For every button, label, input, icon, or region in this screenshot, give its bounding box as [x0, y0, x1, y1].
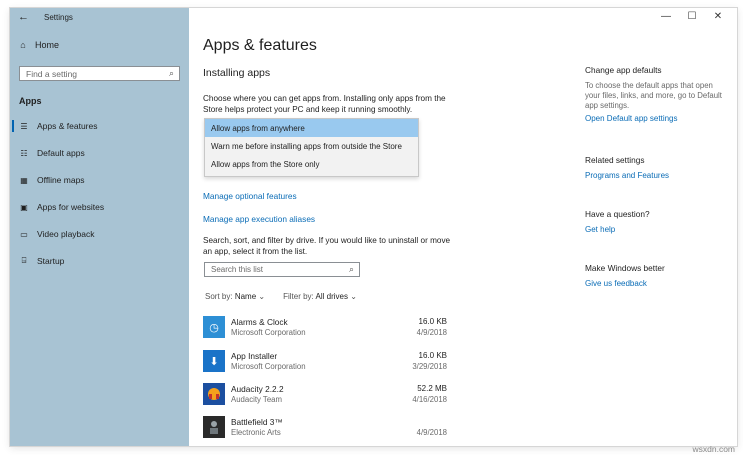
page-title: Apps & features [203, 37, 317, 54]
sidebar-item-offline-maps[interactable]: ▦ Offline maps [10, 170, 189, 190]
sidebar-item-apps-features[interactable]: ☰ Apps & features [10, 116, 189, 136]
home-icon: ⌂ [20, 40, 26, 50]
defaults-heading: Change app defaults [585, 65, 662, 75]
search-sort-description: Search, sort, and filter by drive. If yo… [203, 236, 451, 256]
dropdown-option-store-only[interactable]: Allow apps from the Store only [205, 155, 418, 173]
app-name: App Installer [231, 351, 278, 361]
app-name: Alarms & Clock [231, 317, 288, 327]
install-source-dropdown[interactable]: Allow apps from anywhere Warn me before … [204, 118, 419, 177]
sort-label: Sort by: [205, 292, 233, 301]
headphones-icon [203, 383, 225, 405]
sort-filter-bar: Sort by: Name ⌄ Filter by: All drives ⌄ [205, 292, 375, 301]
app-list-item[interactable]: Battlefield 3™ Electronic Arts 4/9/2018 [203, 415, 451, 443]
sidebar-item-label: Offline maps [37, 175, 85, 185]
filter-by-dropdown[interactable]: Filter by: All drives ⌄ [283, 292, 357, 301]
find-setting-placeholder: Find a setting [26, 69, 78, 79]
app-publisher: Microsoft Corporation [231, 328, 306, 337]
defaults-description: To choose the default apps that open you… [585, 81, 722, 110]
website-icon: ▣ [20, 202, 28, 212]
sidebar-item-startup[interactable]: ⍈ Startup [10, 251, 189, 271]
main-content: — ☐ ✕ Apps & features Installing apps Ch… [189, 8, 737, 446]
sidebar-item-label: Apps & features [37, 121, 98, 131]
sidebar-item-label: Default apps [37, 148, 85, 158]
installing-apps-description: Choose where you can get apps from. Inst… [203, 94, 446, 114]
sidebar-item-apps-websites[interactable]: ▣ Apps for websites [10, 197, 189, 217]
home-label: Home [35, 40, 60, 50]
open-default-settings-link[interactable]: Open Default app settings [585, 114, 730, 123]
selected-indicator [12, 120, 14, 132]
app-date: 4/9/2018 [416, 328, 447, 337]
app-name: Audacity 2.2.2 [231, 384, 284, 394]
give-feedback-link[interactable]: Give us feedback [585, 279, 730, 288]
sidebar-item-video-playback[interactable]: ▭ Video playback [10, 224, 189, 244]
app-size: 16.0 KB [418, 351, 447, 360]
app-publisher: Audacity Team [231, 395, 282, 404]
app-list-item[interactable]: ◷ Alarms & Clock Microsoft Corporation 1… [203, 315, 451, 343]
back-arrow-icon[interactable]: ← [18, 11, 29, 23]
sort-by-dropdown[interactable]: Sort by: Name ⌄ [205, 292, 265, 301]
manage-optional-features-link[interactable]: Manage optional features [203, 191, 297, 201]
settings-window: ← Settings ⌂ Home Find a setting ⌕ Apps … [10, 8, 737, 446]
map-icon: ▦ [20, 175, 28, 185]
package-icon: ⬇ [203, 350, 225, 372]
sidebar: ← Settings ⌂ Home Find a setting ⌕ Apps … [10, 8, 189, 446]
chevron-down-icon: ⌄ [350, 292, 357, 301]
search-list-input[interactable]: Search this list ⌕ [204, 262, 360, 277]
manage-execution-aliases-link[interactable]: Manage app execution aliases [203, 214, 315, 224]
window-controls: — ☐ ✕ [653, 11, 731, 22]
app-date: 3/29/2018 [412, 362, 447, 371]
maximize-button[interactable]: ☐ [679, 11, 705, 22]
sidebar-item-label: Startup [37, 256, 65, 266]
filter-value: All drives [315, 292, 348, 301]
app-publisher: Electronic Arts [231, 428, 281, 437]
default-apps-icon: ☷ [20, 148, 28, 158]
related-settings-section: Related settings Programs and Features [585, 155, 730, 180]
sidebar-item-label: Video playback [37, 229, 95, 239]
clock-icon: ◷ [203, 316, 225, 338]
question-heading: Have a question? [585, 209, 650, 219]
dropdown-option-anywhere[interactable]: Allow apps from anywhere [205, 119, 418, 137]
app-date: 4/9/2018 [416, 428, 447, 437]
section-label-apps: Apps [19, 96, 42, 106]
app-size: 16.0 KB [418, 317, 447, 326]
programs-features-link[interactable]: Programs and Features [585, 171, 730, 180]
minimize-button[interactable]: — [653, 11, 679, 22]
installing-apps-heading: Installing apps [203, 67, 271, 79]
app-list-item[interactable]: ⬇ App Installer Microsoft Corporation 16… [203, 349, 451, 377]
sidebar-item-default-apps[interactable]: ☷ Default apps [10, 143, 189, 163]
search-icon[interactable]: ⌕ [349, 264, 354, 275]
dropdown-option-warn[interactable]: Warn me before installing apps from outs… [205, 137, 418, 155]
sidebar-home[interactable]: ⌂ Home [17, 40, 59, 50]
get-help-link[interactable]: Get help [585, 225, 730, 234]
filter-label: Filter by: [283, 292, 314, 301]
window-title: Settings [44, 13, 73, 22]
app-list-item[interactable]: Audacity 2.2.2 Audacity Team 52.2 MB 4/1… [203, 382, 451, 410]
app-name: Battlefield 3™ [231, 417, 283, 427]
soldier-icon [203, 416, 225, 438]
question-section: Have a question? Get help [585, 209, 730, 234]
sidebar-item-label: Apps for websites [37, 202, 105, 212]
startup-icon: ⍈ [21, 256, 27, 265]
app-defaults-section: Change app defaults To choose the defaul… [585, 65, 730, 123]
search-icon[interactable]: ⌕ [169, 68, 174, 79]
feedback-heading: Make Windows better [585, 263, 665, 273]
list-icon: ☰ [20, 121, 28, 131]
sort-value: Name [234, 292, 257, 301]
find-setting-input[interactable]: Find a setting ⌕ [19, 66, 180, 81]
related-heading: Related settings [585, 155, 645, 165]
feedback-section: Make Windows better Give us feedback [585, 263, 730, 288]
video-icon: ▭ [20, 229, 28, 239]
search-list-placeholder: Search this list [211, 265, 264, 274]
app-size: 52.2 MB [417, 384, 447, 393]
app-publisher: Microsoft Corporation [231, 362, 306, 371]
watermark: wsxdn.com [692, 444, 735, 454]
close-button[interactable]: ✕ [705, 11, 731, 22]
app-date: 4/16/2018 [412, 395, 447, 404]
chevron-down-icon: ⌄ [258, 292, 266, 301]
